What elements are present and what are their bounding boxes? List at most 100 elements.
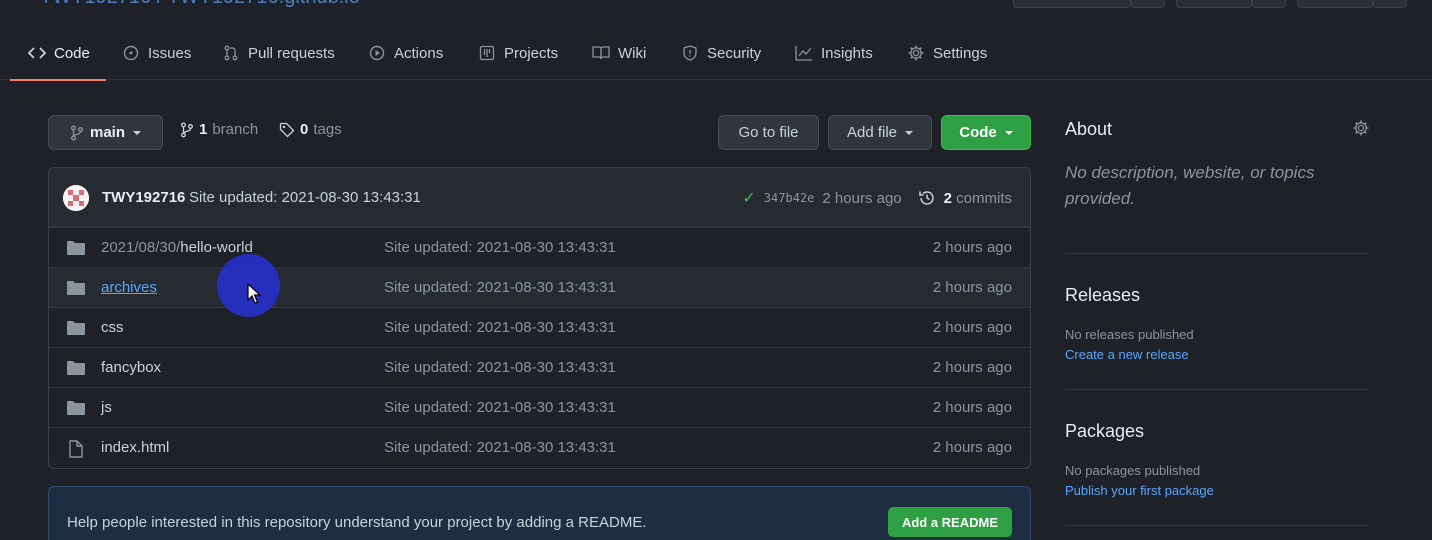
branch-icon — [70, 125, 84, 141]
file-browser: TWY192716 Site updated: 2021-08-30 13:43… — [48, 167, 1031, 469]
chevron-down-icon — [133, 130, 141, 135]
file-row[interactable]: js Site updated: 2021-08-30 13:43:31 2 h… — [49, 387, 1030, 427]
file-age: 2 hours ago — [932, 239, 1012, 256]
file-name[interactable]: archives — [101, 279, 157, 296]
tab-actions[interactable]: Actions — [368, 26, 443, 80]
tab-insights[interactable]: Insights — [795, 26, 873, 80]
branches-link[interactable]: 1 branch — [180, 121, 258, 138]
code-button[interactable]: Code — [941, 115, 1031, 150]
folder-icon — [67, 280, 85, 296]
releases-empty: No releases published — [1065, 327, 1194, 342]
tab-projects[interactable]: Projects — [478, 26, 558, 80]
add-file-button[interactable]: Add file — [828, 115, 932, 150]
repo-title[interactable]: TWY192716 / TWY192716.github.io — [40, 0, 360, 9]
add-file-label: Add file — [846, 124, 898, 141]
divider — [1065, 525, 1370, 526]
file-name[interactable]: js — [101, 399, 112, 416]
latest-commit: TWY192716 Site updated: 2021-08-30 13:43… — [49, 168, 1030, 227]
file-commit-message[interactable]: Site updated: 2021-08-30 13:43:31 — [384, 239, 616, 256]
readme-prompt: Help people interested in this repositor… — [67, 514, 647, 531]
file-name[interactable]: index.html — [101, 439, 169, 456]
branch-selector[interactable]: main — [48, 115, 163, 150]
file-path-prefix: 2021/08/30/ — [101, 239, 181, 256]
tab-security[interactable]: Security — [681, 26, 761, 80]
gear-icon[interactable] — [1352, 119, 1370, 137]
tab-label: Code — [54, 44, 90, 62]
tab-label: Insights — [821, 44, 873, 62]
repo-nav-tabs: Code Issues Pull requests Actions Projec… — [0, 26, 1432, 81]
tag-icon — [279, 122, 295, 138]
file-name[interactable]: css — [101, 319, 124, 336]
history-icon — [918, 189, 936, 207]
file-row[interactable]: 2021/08/30/hello-world Site updated: 202… — [49, 227, 1030, 267]
commit-sha[interactable]: 347b42e — [764, 191, 815, 205]
avatar[interactable] — [63, 185, 89, 211]
project-icon — [478, 44, 496, 62]
commit-meta: ✓ 347b42e 2 hours ago 2 commits — [742, 188, 1012, 208]
file-commit-message[interactable]: Site updated: 2021-08-30 13:43:31 — [384, 439, 616, 456]
fork-button[interactable] — [1297, 0, 1373, 8]
folder-icon — [67, 360, 85, 376]
about-title: About — [1065, 119, 1113, 139]
folder-icon — [67, 400, 85, 416]
file-row[interactable]: fancybox Site updated: 2021-08-30 13:43:… — [49, 347, 1030, 387]
watch-count[interactable] — [1131, 0, 1165, 8]
packages-title[interactable]: Packages — [1065, 421, 1144, 442]
file-age: 2 hours ago — [932, 359, 1012, 376]
tab-wiki[interactable]: Wiki — [592, 26, 646, 80]
commit-message[interactable]: Site updated: 2021-08-30 13:43:31 — [189, 189, 421, 206]
file-row[interactable]: archives Site updated: 2021-08-30 13:43:… — [49, 267, 1030, 307]
tab-pull-requests[interactable]: Pull requests — [222, 26, 335, 80]
add-readme-button[interactable]: Add a README — [887, 507, 1012, 537]
tab-label: Settings — [933, 44, 988, 62]
pull-request-icon — [222, 44, 240, 62]
divider — [1065, 389, 1370, 390]
tab-label: Wiki — [618, 44, 647, 62]
file-commit-message[interactable]: Site updated: 2021-08-30 13:43:31 — [384, 359, 616, 376]
mouse-cursor-icon — [247, 283, 261, 304]
tab-issues[interactable]: Issues — [122, 26, 191, 80]
file-commit-message[interactable]: Site updated: 2021-08-30 13:43:31 — [384, 399, 616, 416]
star-button[interactable] — [1176, 0, 1252, 8]
create-release-link[interactable]: Create a new release — [1065, 347, 1189, 362]
publish-package-link[interactable]: Publish your first package — [1065, 483, 1214, 498]
file-commit-message[interactable]: Site updated: 2021-08-30 13:43:31 — [384, 279, 616, 296]
fork-count[interactable] — [1373, 0, 1407, 8]
check-icon[interactable]: ✓ — [742, 188, 755, 208]
watch-button[interactable] — [1013, 0, 1131, 8]
code-label: Code — [959, 124, 997, 141]
tags-link[interactable]: 0 tags — [279, 121, 342, 138]
issue-icon — [122, 44, 140, 62]
branch-icon — [180, 122, 194, 138]
releases-title[interactable]: Releases — [1065, 285, 1140, 306]
tag-count: 0 — [300, 121, 309, 138]
commits-count: 2 — [943, 189, 952, 207]
file-age: 2 hours ago — [932, 279, 1012, 296]
file-age: 2 hours ago — [932, 399, 1012, 416]
folder-icon — [67, 240, 85, 256]
commit-age: 2 hours ago — [822, 189, 902, 207]
folder-icon — [67, 320, 85, 336]
file-name[interactable]: 2021/08/30/hello-world — [101, 239, 253, 256]
play-icon — [368, 44, 386, 62]
branch-word: branch — [212, 121, 259, 138]
file-age: 2 hours ago — [932, 439, 1012, 456]
tab-label: Pull requests — [248, 44, 335, 62]
go-to-file-label: Go to file — [738, 124, 799, 141]
go-to-file-button[interactable]: Go to file — [718, 115, 819, 150]
file-row[interactable]: css Site updated: 2021-08-30 13:43:31 2 … — [49, 307, 1030, 347]
tab-label: Security — [707, 44, 762, 62]
commit-author[interactable]: TWY192716 — [102, 189, 185, 206]
readme-banner: Help people interested in this repositor… — [48, 486, 1031, 540]
tab-settings[interactable]: Settings — [907, 26, 987, 80]
book-icon — [592, 44, 610, 62]
star-count[interactable] — [1252, 0, 1286, 8]
commits-link[interactable]: 2 commits — [944, 190, 1012, 207]
file-name[interactable]: fancybox — [101, 359, 161, 376]
branch-name: main — [89, 124, 125, 141]
chevron-down-icon — [1004, 130, 1013, 135]
tag-word: tags — [313, 121, 342, 138]
file-commit-message[interactable]: Site updated: 2021-08-30 13:43:31 — [384, 319, 616, 336]
file-row[interactable]: index.html Site updated: 2021-08-30 13:4… — [49, 427, 1030, 467]
tab-code[interactable]: Code — [10, 26, 106, 81]
